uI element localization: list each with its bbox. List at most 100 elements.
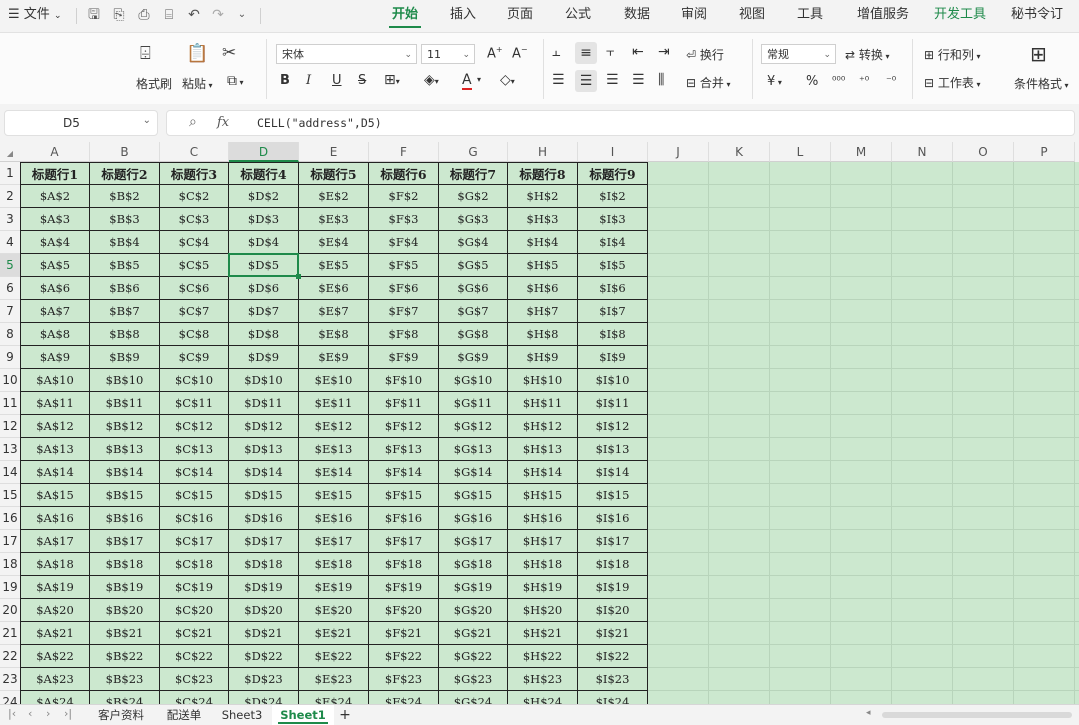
table-cell[interactable]: $I$12 [578, 415, 648, 438]
table-cell[interactable]: $F$23 [369, 668, 439, 691]
table-cell[interactable]: $F$21 [369, 622, 439, 645]
first-sheet-icon[interactable]: |‹ [8, 707, 16, 720]
table-cell[interactable]: $G$11 [439, 392, 508, 415]
row-header-2[interactable]: 2 [0, 185, 20, 208]
table-cell[interactable]: $H$3 [508, 208, 578, 231]
name-box[interactable]: D5 ⌄ [4, 110, 158, 136]
table-cell[interactable]: $G$22 [439, 645, 508, 668]
tab-home[interactable]: 开始 [385, 0, 425, 30]
row-header-3[interactable]: 3 [0, 208, 20, 231]
convert-button[interactable]: ⇄ 转换 ▾ [845, 46, 889, 63]
table-cell[interactable]: $C$17 [160, 530, 229, 553]
table-cell[interactable]: $I$7 [578, 300, 648, 323]
table-cell[interactable]: $H$5 [508, 254, 578, 277]
table-cell[interactable]: $H$21 [508, 622, 578, 645]
table-cell[interactable]: $E$8 [299, 323, 369, 346]
table-cell[interactable]: $B$22 [90, 645, 160, 668]
table-cell[interactable]: $A$8 [20, 323, 90, 346]
row-header-22[interactable]: 22 [0, 645, 20, 668]
table-cell[interactable]: $I$9 [578, 346, 648, 369]
prev-sheet-icon[interactable]: ‹ [28, 707, 32, 720]
column-header-B[interactable]: B [90, 142, 160, 162]
table-cell[interactable]: $E$14 [299, 461, 369, 484]
font-name-select[interactable]: 宋体 ⌄ [276, 44, 417, 64]
align-bottom-icon[interactable]: ⫟ [606, 44, 614, 60]
tab-value-added[interactable]: 增值服务 [848, 0, 918, 30]
redo-icon[interactable]: ↷ [209, 6, 227, 24]
row-header-23[interactable]: 23 [0, 668, 20, 691]
table-cell[interactable]: $A$13 [20, 438, 90, 461]
column-header-D[interactable]: D [229, 142, 299, 162]
header-cell[interactable]: 标题行6 [369, 162, 439, 185]
align-right-icon[interactable]: ☰ [606, 72, 619, 88]
table-cell[interactable]: $C$7 [160, 300, 229, 323]
table-cell[interactable]: $D$23 [229, 668, 299, 691]
table-cell[interactable]: $B$10 [90, 369, 160, 392]
table-cell[interactable]: $B$9 [90, 346, 160, 369]
table-cell[interactable]: $B$5 [90, 254, 160, 277]
tab-view[interactable]: 视图 [732, 0, 772, 30]
indent-decrease-icon[interactable]: ⇤ [632, 44, 644, 60]
table-cell[interactable]: $C$6 [160, 277, 229, 300]
table-cell[interactable]: $B$13 [90, 438, 160, 461]
table-cell[interactable]: $I$4 [578, 231, 648, 254]
table-cell[interactable]: $B$7 [90, 300, 160, 323]
row-header-11[interactable]: 11 [0, 392, 20, 415]
fill-handle[interactable] [296, 274, 301, 279]
table-cell[interactable]: $F$20 [369, 599, 439, 622]
table-cell[interactable]: $B$19 [90, 576, 160, 599]
row-header-19[interactable]: 19 [0, 576, 20, 599]
conditional-format-icon[interactable]: ⊞ [1030, 42, 1047, 66]
select-all-corner[interactable]: ◢ [0, 142, 20, 162]
table-cell[interactable]: $H$16 [508, 507, 578, 530]
row-header-4[interactable]: 4 [0, 231, 20, 254]
table-cell[interactable]: $D$6 [229, 277, 299, 300]
table-cell[interactable]: $D$4 [229, 231, 299, 254]
file-menu[interactable]: ☰ 文件 ⌄ [8, 0, 62, 30]
row-header-16[interactable]: 16 [0, 507, 20, 530]
table-cell[interactable]: $F$13 [369, 438, 439, 461]
table-cell[interactable]: $C$9 [160, 346, 229, 369]
table-cell[interactable]: $H$23 [508, 668, 578, 691]
table-cell[interactable]: $B$15 [90, 484, 160, 507]
table-cell[interactable]: $C$16 [160, 507, 229, 530]
table-cell[interactable]: $C$23 [160, 668, 229, 691]
table-cell[interactable]: $C$3 [160, 208, 229, 231]
row-header-21[interactable]: 21 [0, 622, 20, 645]
table-cell[interactable]: $F$7 [369, 300, 439, 323]
table-cell[interactable]: $D$10 [229, 369, 299, 392]
table-cell[interactable]: $F$4 [369, 231, 439, 254]
table-cell[interactable]: $G$4 [439, 231, 508, 254]
tab-data[interactable]: 数据 [617, 0, 657, 30]
table-cell[interactable]: $A$18 [20, 553, 90, 576]
table-cell[interactable]: $H$4 [508, 231, 578, 254]
table-cell[interactable]: $F$9 [369, 346, 439, 369]
table-cell[interactable]: $F$14 [369, 461, 439, 484]
table-cell[interactable]: $E$9 [299, 346, 369, 369]
sheet-tab-customers[interactable]: 客户资料 [90, 705, 152, 725]
column-header-L[interactable]: L [770, 142, 831, 162]
table-cell[interactable]: $D$11 [229, 392, 299, 415]
align-top-icon[interactable]: ⫠ [552, 44, 560, 60]
table-cell[interactable]: $B$6 [90, 277, 160, 300]
table-cell[interactable]: $B$3 [90, 208, 160, 231]
table-cell[interactable]: $H$8 [508, 323, 578, 346]
table-cell[interactable]: $G$7 [439, 300, 508, 323]
column-header-C[interactable]: C [160, 142, 229, 162]
header-cell[interactable]: 标题行9 [578, 162, 648, 185]
table-cell[interactable]: $I$14 [578, 461, 648, 484]
table-cell[interactable]: $I$23 [578, 668, 648, 691]
table-cell[interactable]: $H$20 [508, 599, 578, 622]
tab-page[interactable]: 页面 [500, 0, 540, 30]
row-header-10[interactable]: 10 [0, 369, 20, 392]
sheet-tab-delivery[interactable]: 配送单 [156, 705, 212, 725]
table-cell[interactable]: $B$11 [90, 392, 160, 415]
increase-decimal-icon[interactable]: ⁺⁰ [859, 74, 869, 87]
tab-developer[interactable]: 开发工具 [925, 0, 995, 30]
save-icon[interactable]: 🖫 [85, 6, 103, 24]
table-cell[interactable]: $H$22 [508, 645, 578, 668]
thousands-icon[interactable]: ⁰⁰⁰ [832, 74, 845, 87]
table-cell[interactable]: $F$22 [369, 645, 439, 668]
table-cell[interactable]: $E$19 [299, 576, 369, 599]
table-cell[interactable]: $I$18 [578, 553, 648, 576]
